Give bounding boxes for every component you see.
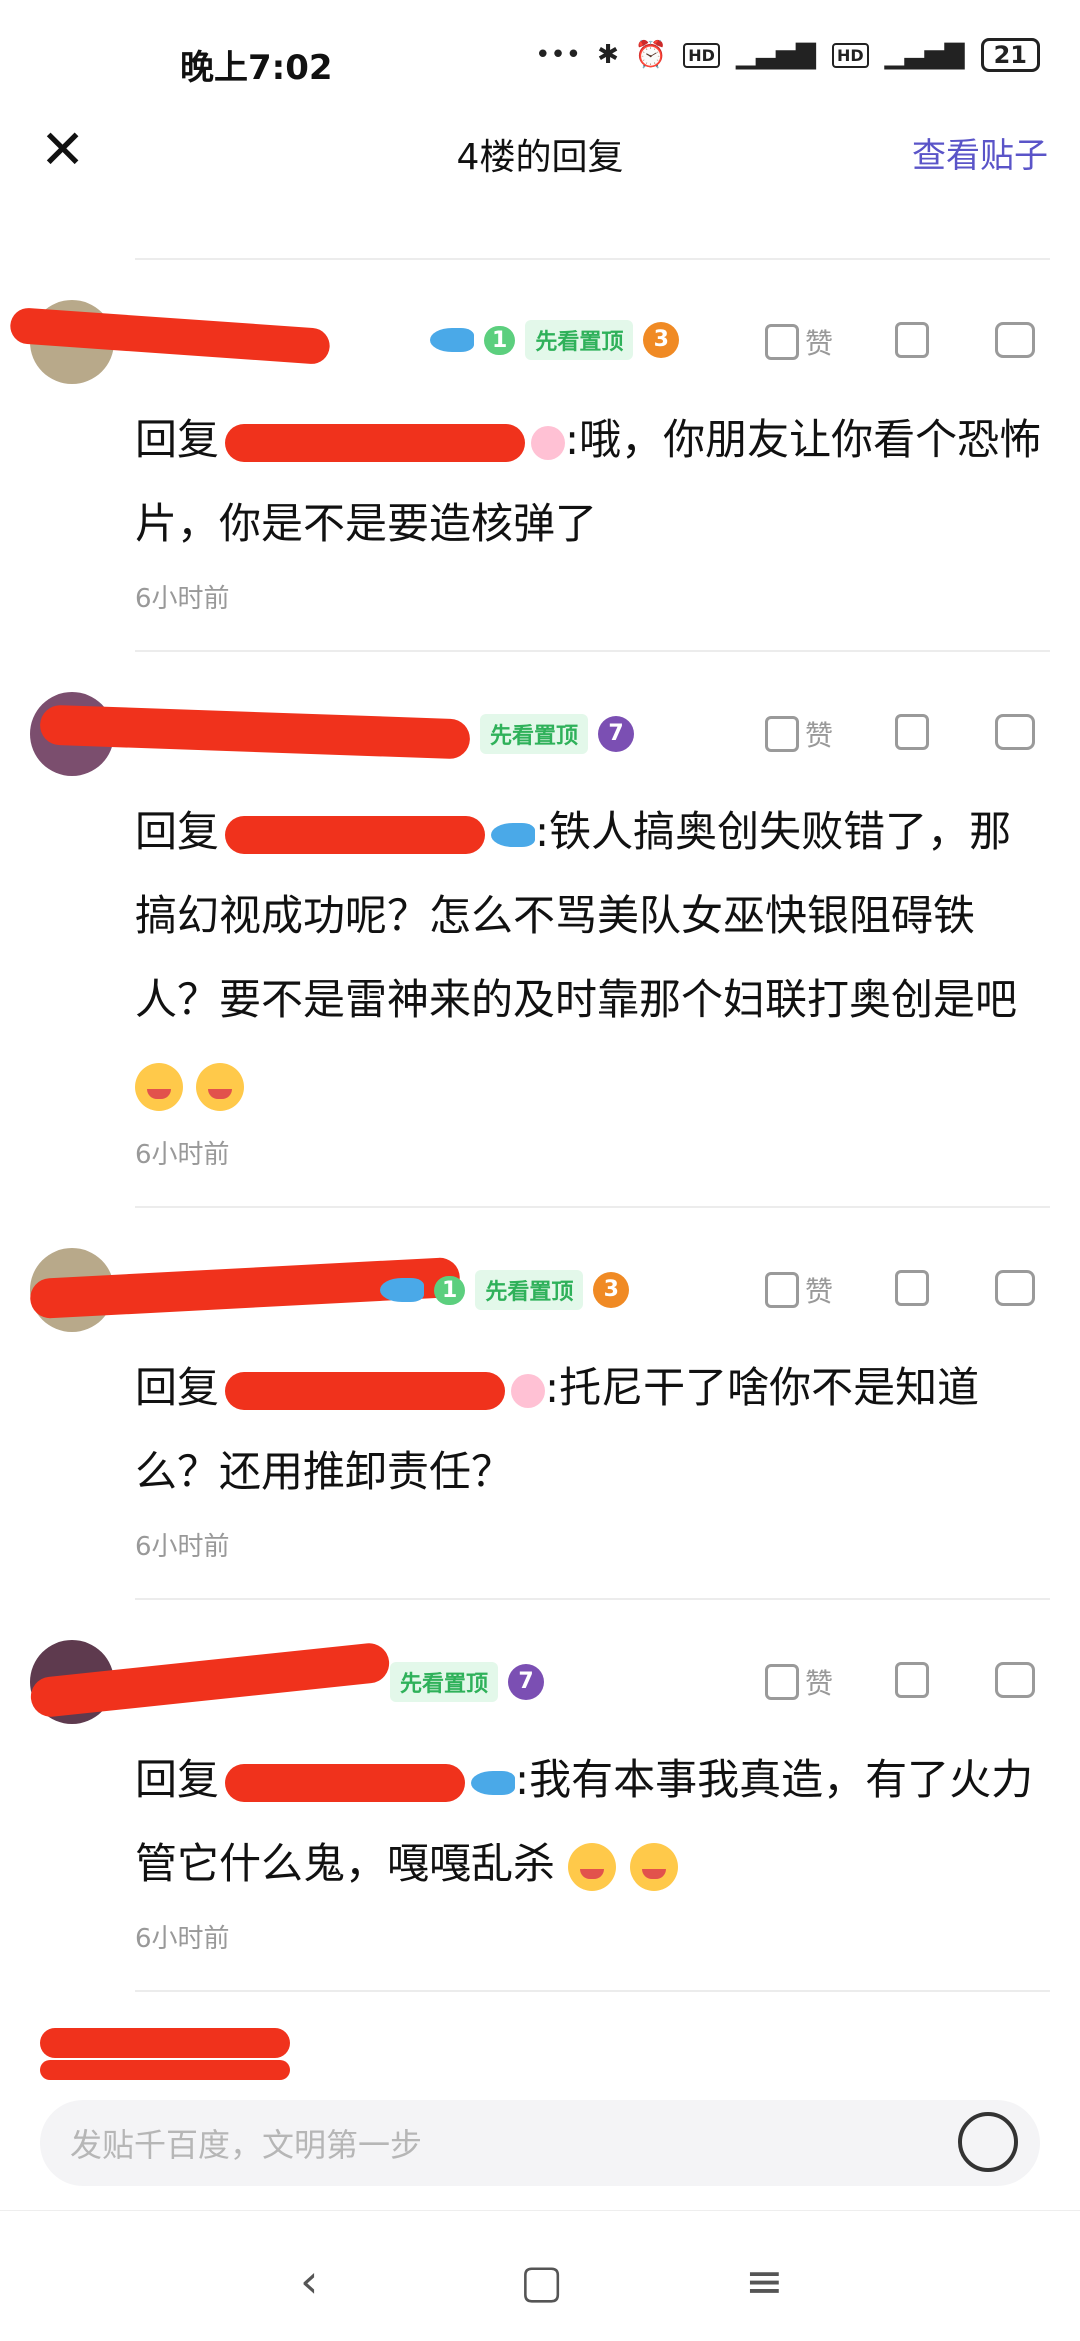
redacted-mention <box>225 1371 506 1410</box>
input-placeholder: 发贴千百度，文明第一步 <box>70 2126 423 2164</box>
dislike-button[interactable] <box>895 322 929 358</box>
reply-content: 回复:我有本事我真造，有了火力管它什么鬼，嘎嘎乱杀 <box>135 1738 1045 1906</box>
reply-prefix: 回复 <box>135 1363 220 1412</box>
dislike-button[interactable] <box>895 714 929 750</box>
reply-content: 回复:托尼干了啥你不是知道么？还用推卸责任？ <box>135 1346 1045 1514</box>
reply-button[interactable] <box>995 1662 1035 1698</box>
home-icon[interactable]: ▢ <box>520 2254 563 2308</box>
badges: 1 先看置顶 3 <box>430 320 680 360</box>
level-badge: 1 <box>484 325 516 355</box>
grin-emoji <box>135 1062 183 1111</box>
like-button[interactable]: 赞 <box>765 714 833 754</box>
level-icon: 7 <box>598 716 635 752</box>
signal-icon-2: ▁▃▅▇ <box>884 40 965 70</box>
reply-button[interactable] <box>995 714 1035 750</box>
divider <box>135 258 1050 260</box>
reply-time: 6小时前 <box>135 584 230 614</box>
like-label: 赞 <box>805 1667 834 1700</box>
more-icon: ••• <box>535 40 582 70</box>
battery-icon: 21 <box>980 38 1040 72</box>
divider <box>135 1990 1050 1992</box>
hd-icon: HD <box>683 42 720 68</box>
like-label: 赞 <box>805 719 834 752</box>
comment-icon <box>995 1662 1035 1698</box>
view-post-link[interactable]: 查看贴子 <box>912 128 1048 177</box>
fish-icon <box>380 1278 424 1302</box>
reply-prefix: 回复 <box>135 415 220 464</box>
divider <box>135 1206 1050 1208</box>
like-label: 赞 <box>805 327 834 360</box>
divider <box>135 650 1050 652</box>
menu-icon[interactable]: ≡ <box>745 2254 784 2308</box>
divider <box>135 1598 1050 1600</box>
redacted-mention <box>225 1763 466 1802</box>
top-flag: 先看置顶 <box>480 714 589 754</box>
reply-button[interactable] <box>995 1270 1035 1306</box>
bluetooth-icon: ✱ <box>597 40 619 70</box>
top-flag: 先看置顶 <box>475 1270 584 1310</box>
like-button[interactable]: 赞 <box>765 1270 833 1310</box>
comment-icon <box>995 714 1035 750</box>
reply-prefix: 回复 <box>135 807 220 856</box>
yum-emoji <box>568 1842 617 1891</box>
reply-time: 6小时前 <box>135 1924 230 1954</box>
reply-time: 6小时前 <box>135 1532 230 1562</box>
yum-emoji <box>629 1842 678 1891</box>
like-label: 赞 <box>805 1275 834 1308</box>
redacted-mention <box>225 815 486 854</box>
fish-icon <box>491 822 536 847</box>
signal-icon: ▁▃▅▇ <box>735 40 816 70</box>
hd-icon-2: HD <box>831 42 869 68</box>
grin-emoji <box>196 1062 245 1111</box>
fish-icon <box>471 1770 516 1795</box>
top-flag: 先看置顶 <box>390 1662 499 1702</box>
dislike-button[interactable] <box>895 1270 929 1306</box>
badges: 先看置顶 7 <box>390 1662 545 1702</box>
top-flag: 先看置顶 <box>525 320 634 360</box>
comment-icon <box>995 322 1035 358</box>
thumb-up-icon <box>765 716 799 752</box>
flower-icon <box>531 425 566 460</box>
thumb-up-icon <box>765 1664 799 1700</box>
reply-prefix: 回复 <box>135 1755 220 1804</box>
like-button[interactable]: 赞 <box>765 1662 833 1702</box>
status-time: 晚上7:02 <box>180 48 333 88</box>
thumb-down-icon <box>895 1270 929 1306</box>
badges: 先看置顶 7 <box>480 714 635 754</box>
level-badge: 1 <box>434 1275 466 1305</box>
redacted-username <box>40 2060 290 2080</box>
emoji-icon[interactable] <box>958 2112 1018 2172</box>
redacted-mention <box>225 423 526 462</box>
status-icons: ••• ✱ ⏰ HD ▁▃▅▇ HD ▁▃▅▇ 21 <box>535 38 1040 72</box>
thumb-up-icon <box>765 1272 799 1308</box>
thumb-up-icon <box>765 324 799 360</box>
flower-icon <box>511 1373 546 1408</box>
thumb-down-icon <box>895 1662 929 1698</box>
back-icon[interactable]: ‹ <box>300 2254 318 2308</box>
reply-time: 6小时前 <box>135 1140 230 1170</box>
reply-button[interactable] <box>995 322 1035 358</box>
like-button[interactable]: 赞 <box>765 322 833 362</box>
alarm-icon: ⏰ <box>634 40 668 70</box>
reply-content: 回复:哦，你朋友让你看个恐怖片，你是不是要造核弹了 <box>135 398 1045 566</box>
dislike-button[interactable] <box>895 1662 929 1698</box>
reply-content: 回复:铁人搞奥创失败错了，那搞幻视成功呢？怎么不骂美队女巫快银阻碍铁人？要不是雷… <box>135 790 1045 1126</box>
thumb-down-icon <box>895 714 929 750</box>
level-icon: 3 <box>593 1272 630 1308</box>
badges: 1 先看置顶 3 <box>380 1270 630 1310</box>
comment-icon <box>995 1270 1035 1306</box>
level-icon: 7 <box>508 1664 545 1700</box>
thumb-down-icon <box>895 322 929 358</box>
fish-icon <box>430 328 474 352</box>
level-icon: 3 <box>643 322 680 358</box>
redacted-username <box>40 2028 290 2058</box>
status-bar: 晚上7:02 ••• ✱ ⏰ HD ▁▃▅▇ HD ▁▃▅▇ 21 <box>0 0 1080 125</box>
